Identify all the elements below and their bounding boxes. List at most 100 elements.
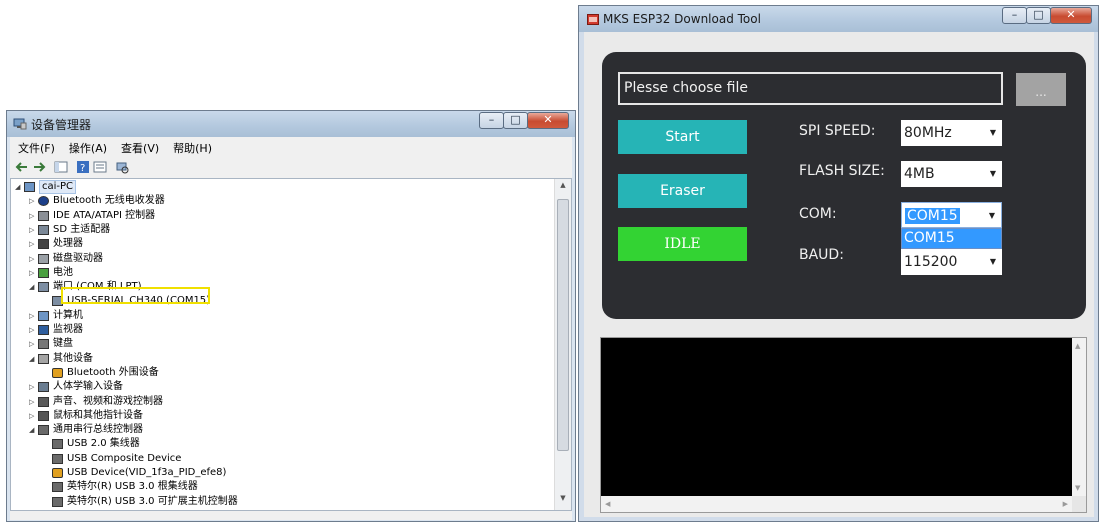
back-icon[interactable] — [15, 160, 29, 174]
spi-speed-value: 80MHz — [904, 125, 952, 141]
chevron-down-icon: ▼ — [989, 128, 996, 137]
scroll-thumb[interactable] — [557, 199, 569, 451]
properties-icon[interactable] — [93, 160, 107, 174]
device-manager-title: 设备管理器 — [31, 118, 92, 132]
menu-help[interactable]: 帮助(H) — [165, 137, 218, 156]
hid-icon — [38, 382, 49, 393]
menu-action[interactable]: 操作(A) — [61, 137, 113, 156]
start-button[interactable]: Start — [618, 120, 747, 154]
forward-icon[interactable] — [32, 160, 46, 174]
collapsed-arrow-icon[interactable]: ▷ — [29, 194, 37, 208]
scroll-corner — [1072, 496, 1086, 512]
usb-icon — [38, 425, 49, 436]
show-hide-tree-icon[interactable] — [54, 160, 68, 174]
collapsed-arrow-icon[interactable]: ▷ — [29, 209, 37, 223]
collapsed-arrow-icon[interactable]: ▷ — [29, 237, 37, 251]
scroll-up-icon[interactable]: ▲ — [1075, 342, 1080, 350]
port-icon — [38, 282, 49, 293]
scroll-up-icon[interactable]: ▲ — [555, 181, 571, 195]
collapsed-arrow-icon[interactable]: ▷ — [29, 309, 37, 323]
usb-icon — [52, 453, 63, 464]
menu-bar: 文件(F) 操作(A) 查看(V) 帮助(H) — [10, 137, 572, 157]
battery-icon — [38, 267, 49, 278]
maximize-button[interactable]: □ — [503, 112, 528, 129]
expanded-arrow-icon[interactable]: ◢ — [29, 423, 37, 437]
log-horizontal-scrollbar[interactable]: ◀ ▶ — [601, 496, 1072, 512]
sd-adapter-icon — [38, 224, 49, 235]
device-tree: ◢ cai-PC ▷ Bluetooth 无线电收发器 ▷ IDE ATA/ATAPI 控… — [10, 178, 572, 511]
minimize-button[interactable]: – — [479, 112, 504, 129]
chevron-down-icon: ▼ — [989, 257, 996, 266]
baud-value: 115200 — [904, 254, 958, 270]
collapsed-arrow-icon[interactable]: ▷ — [29, 223, 37, 237]
tree-item-label: 磁盘驱动器 — [53, 252, 103, 264]
tree-item-label: SD 主适配器 — [53, 223, 111, 235]
scroll-right-icon[interactable]: ▶ — [1063, 500, 1068, 508]
collapsed-arrow-icon[interactable]: ▷ — [29, 266, 37, 280]
tree-item-label: 人体学输入设备 — [53, 381, 123, 393]
computer-icon — [24, 182, 35, 192]
highlight-box — [61, 287, 210, 304]
flash-size-select[interactable]: 4MB ▼ — [901, 161, 1002, 187]
baud-label: BAUD: — [799, 247, 844, 263]
tree-item-label: 鼠标和其他指针设备 — [53, 409, 143, 421]
app-icon — [587, 14, 599, 25]
menu-view[interactable]: 查看(V) — [113, 137, 165, 156]
com-value: COM15 — [905, 208, 960, 224]
log-vertical-scrollbar[interactable]: ▲ ▼ — [1072, 338, 1086, 496]
tree-item-label: USB Device(VID_1f3a_PID_efe8) — [67, 467, 227, 478]
baud-select[interactable]: 115200 ▼ — [901, 249, 1002, 275]
usb-icon — [52, 496, 63, 507]
eraser-button[interactable]: Eraser — [618, 174, 747, 208]
close-button[interactable]: ✕ — [1050, 7, 1092, 24]
scan-hardware-icon[interactable] — [115, 160, 129, 174]
collapsed-arrow-icon[interactable]: ▷ — [29, 337, 37, 351]
file-path-input[interactable]: Plesse choose file — [618, 72, 1003, 105]
help-icon[interactable]: ? — [76, 160, 90, 174]
collapsed-arrow-icon[interactable]: ▷ — [29, 252, 37, 266]
usb-icon — [52, 482, 63, 493]
collapsed-arrow-icon[interactable]: ▷ — [29, 409, 37, 423]
menu-file[interactable]: 文件(F) — [10, 137, 61, 156]
chevron-down-icon: ▼ — [988, 211, 995, 220]
tree-item-label: 声音、视频和游戏控制器 — [53, 395, 163, 407]
minimize-button[interactable]: – — [1002, 7, 1027, 24]
svg-text:?: ? — [80, 163, 85, 174]
scroll-left-icon[interactable]: ◀ — [605, 500, 610, 508]
com-select[interactable]: COM15 ▼ — [901, 202, 1002, 228]
scroll-down-icon[interactable]: ▼ — [1075, 484, 1080, 492]
monitor-icon — [38, 325, 49, 335]
collapsed-arrow-icon[interactable]: ▷ — [29, 395, 37, 409]
warning-device-icon — [52, 468, 63, 478]
scroll-down-icon[interactable]: ▼ — [555, 494, 571, 508]
tree-item-label: 计算机 — [53, 309, 83, 321]
tree-item-label: 英特尔(R) USB 3.0 可扩展主机控制器 — [67, 495, 238, 507]
tree-item-label: 其他设备 — [53, 352, 93, 364]
maximize-button[interactable]: □ — [1026, 7, 1051, 24]
collapsed-arrow-icon[interactable]: ▷ — [29, 380, 37, 394]
idle-status-button[interactable]: IDLE — [618, 227, 747, 261]
close-button[interactable]: ✕ — [527, 112, 569, 129]
log-output[interactable]: ▲ ▼ ◀ ▶ — [600, 337, 1087, 513]
device-manager-icon — [13, 118, 27, 130]
tree-item-label: USB 2.0 集线器 — [67, 438, 140, 450]
tree-item-label: 通用串行总线控制器 — [53, 424, 143, 436]
com-label: COM: — [799, 206, 837, 222]
esp-tool-titlebar[interactable]: MKS ESP32 Download Tool – □ ✕ — [579, 6, 1098, 32]
browse-button[interactable]: ... — [1016, 73, 1066, 106]
tree-item-label: 键盘 — [53, 338, 73, 350]
com-option[interactable]: COM15 — [902, 229, 1001, 248]
expanded-arrow-icon[interactable]: ◢ — [29, 280, 37, 294]
collapsed-arrow-icon[interactable]: ▷ — [29, 323, 37, 337]
usb-icon — [52, 439, 63, 450]
ide-controller-icon — [38, 210, 49, 221]
tree-item-label: Bluetooth 外围设备 — [67, 366, 159, 378]
expanded-arrow-icon[interactable]: ◢ — [15, 180, 23, 194]
spi-speed-select[interactable]: 80MHz ▼ — [901, 120, 1002, 146]
device-manager-titlebar[interactable]: 设备管理器 – □ ✕ — [7, 111, 575, 137]
expanded-arrow-icon[interactable]: ◢ — [29, 352, 37, 366]
flash-size-label: FLASH SIZE: — [799, 163, 885, 179]
tree-vertical-scrollbar[interactable]: ▲ ▼ — [554, 179, 571, 510]
tree-item-label: cai-PC — [39, 180, 77, 194]
tree-item-label: 电池 — [53, 266, 73, 278]
